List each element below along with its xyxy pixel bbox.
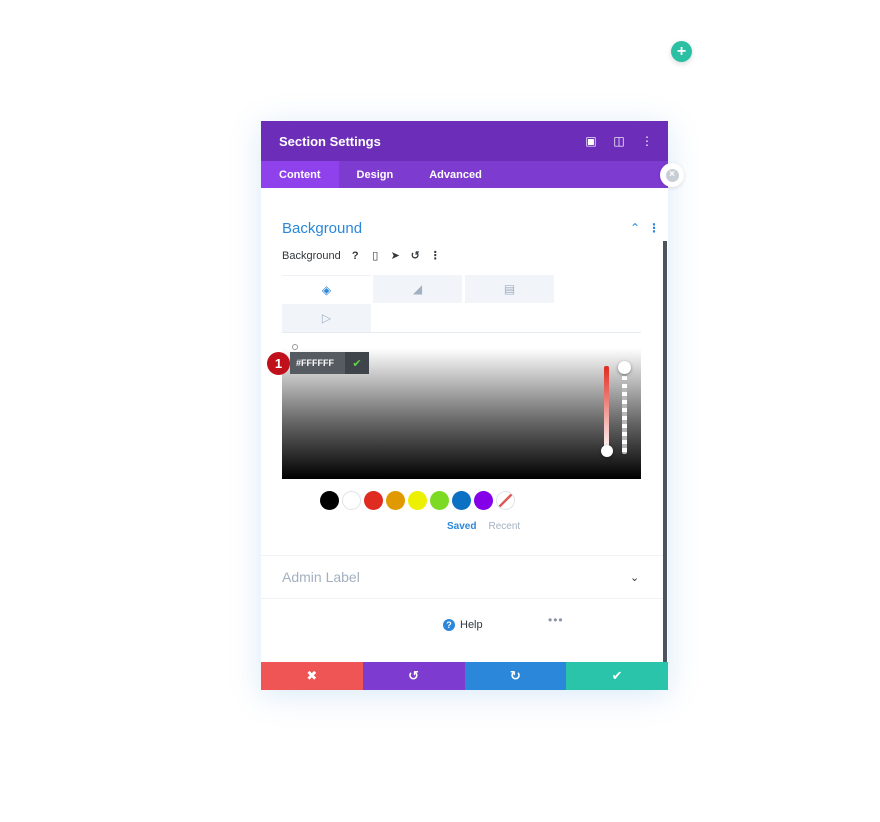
gradient-icon[interactable]: ◢ [373,275,462,303]
header-icons: ▣ ◫ ⋮ [584,121,654,161]
check-icon[interactable]: ✔ [345,352,369,374]
no-color-swatch-icon[interactable] [496,491,515,510]
color-swatch[interactable] [430,491,449,510]
color-swatch[interactable] [408,491,427,510]
close-modal-button[interactable]: × [660,163,684,187]
tab-advanced[interactable]: Advanced [411,161,500,188]
tab-content[interactable]: Content [261,161,339,188]
help-label: Help [460,619,483,631]
modal-title: Section Settings [279,133,381,149]
undo-button[interactable]: ↺ [362,662,465,690]
color-swatch[interactable] [386,491,405,510]
close-icon: × [665,168,679,182]
step-badge: 1 [267,352,290,375]
color-swatches [320,491,515,510]
modal-header: Section Settings ▣ ◫ ⋮ [261,121,668,161]
hover-cursor-icon[interactable]: ➤ [390,249,401,262]
admin-label-heading[interactable]: Admin Label [282,569,360,585]
modal-tabs: Content Design Advanced [261,161,668,188]
split-view-icon[interactable]: ◫ [612,134,626,148]
palette-tab-saved[interactable]: Saved [447,521,476,532]
divider [261,598,663,599]
image-icon[interactable]: ▤ [465,275,554,303]
opacity-slider-handle[interactable] [618,361,631,374]
more-swatches-icon[interactable]: ••• [548,613,564,627]
section-menu-icon[interactable]: ⋮ [648,221,660,235]
color-swatch[interactable] [342,491,361,510]
hex-input-group: #FFFFFF ✔ [290,352,369,374]
hue-slider[interactable] [604,366,609,452]
cancel-button[interactable]: ✖ [261,662,363,690]
color-picker-handle[interactable] [292,344,298,350]
palette-tab-recent[interactable]: Recent [488,521,520,532]
color-swatch[interactable] [364,491,383,510]
fullscreen-icon[interactable]: ▣ [584,134,598,148]
divider [261,555,663,556]
help-icon: ? [443,619,455,631]
add-section-button[interactable]: + [671,41,692,62]
color-swatch[interactable] [452,491,471,510]
hue-slider-handle[interactable] [601,445,613,457]
responsive-phone-icon[interactable]: ▯ [370,249,381,262]
hex-color-input[interactable]: #FFFFFF [290,352,345,374]
more-options-icon[interactable]: ⋮ [640,134,654,148]
help-link[interactable]: ? Help [443,619,483,631]
scrollbar[interactable] [663,241,667,662]
redo-button[interactable]: ↻ [464,662,567,690]
color-swatch[interactable] [474,491,493,510]
save-button[interactable]: ✔ [566,662,668,690]
chevron-down-icon[interactable]: ⌄ [630,571,639,584]
video-icon[interactable]: ▷ [282,304,371,332]
chevron-up-icon[interactable]: ⌃ [630,221,640,235]
color-swatch[interactable] [320,491,339,510]
paint-bucket-icon[interactable]: ◈ [282,275,371,303]
modal-footer: ✖ ↺ ↻ ✔ [261,662,668,690]
opacity-slider[interactable] [622,368,627,454]
palette-tabs: Saved Recent [447,521,520,532]
tabs-divider [282,332,641,333]
tab-design[interactable]: Design [339,161,412,188]
field-options-icon[interactable]: ⋮ [430,249,441,262]
help-question-icon[interactable]: ? [350,250,361,262]
background-field-row: Background ? ▯ ➤ ↺ ⋮ [282,249,441,263]
background-field-label: Background [282,249,341,262]
reset-icon[interactable]: ↺ [410,249,421,262]
background-section-heading[interactable]: Background [282,220,362,237]
